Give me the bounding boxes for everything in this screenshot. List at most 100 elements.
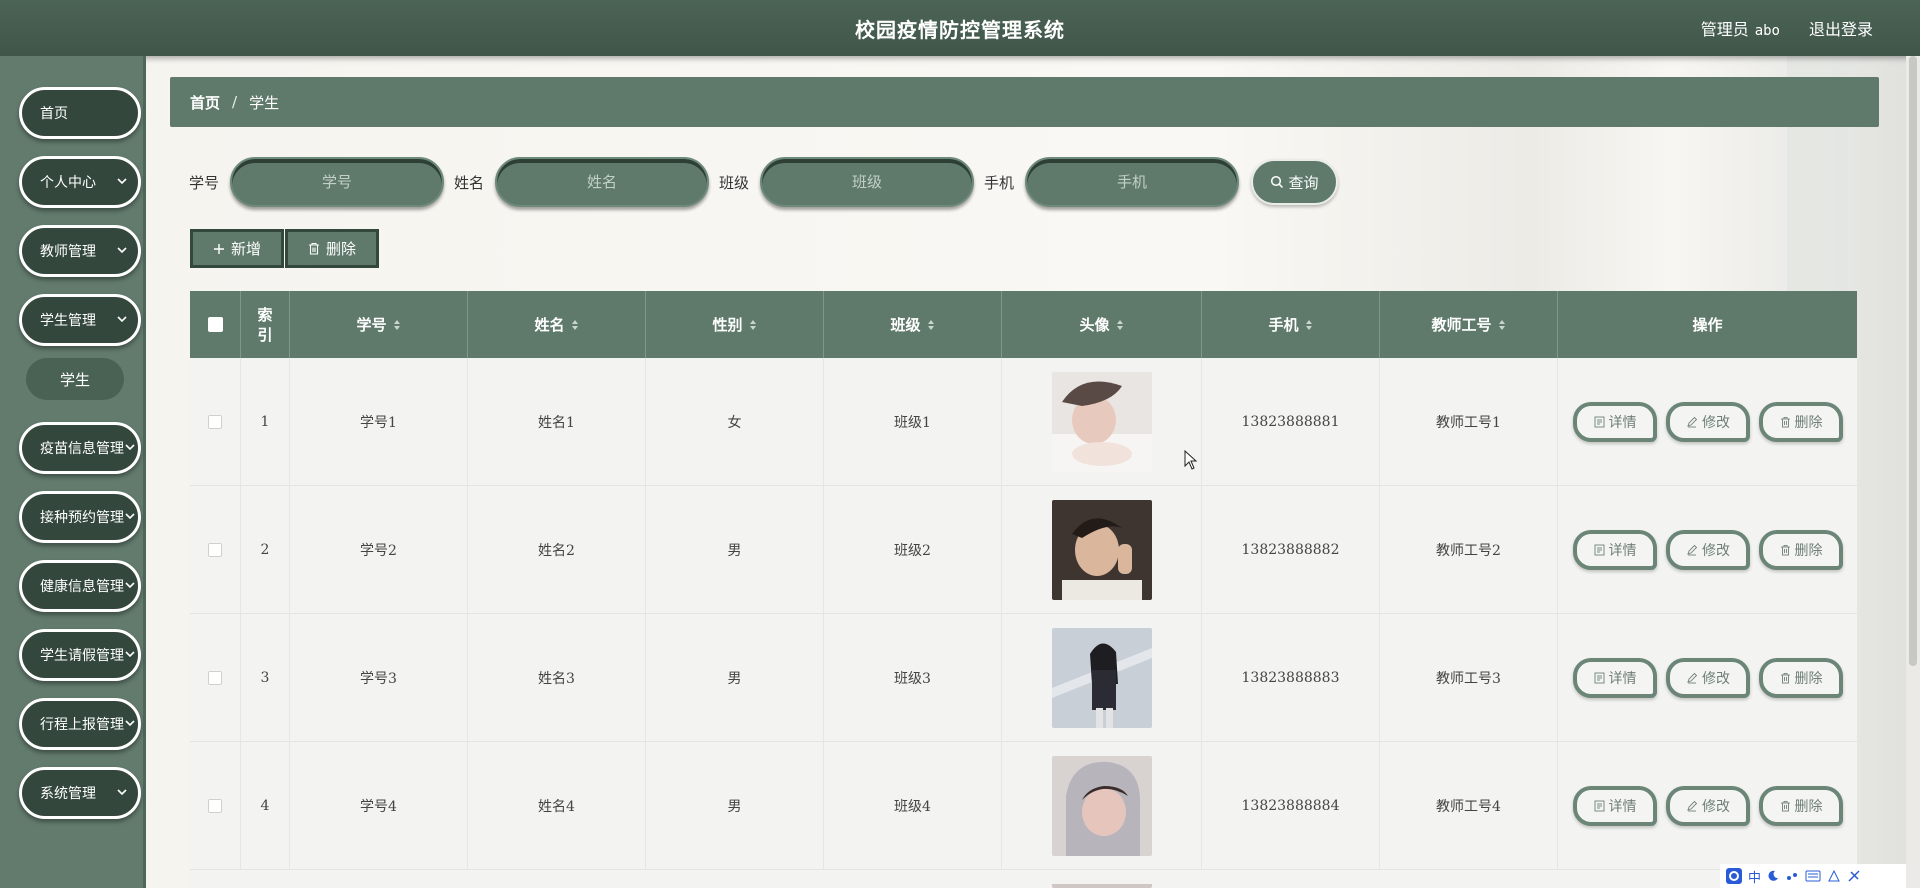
avatar[interactable] [1051,628,1152,728]
detail-button-label: 详情 [1608,799,1637,815]
avatar[interactable] [1051,756,1152,856]
avatar[interactable] [1051,372,1152,472]
sort-icon [571,319,578,330]
cell-avatar [1002,486,1202,614]
app-title: 校园疫情防控管理系统 [855,18,1065,42]
sidebar-item-home[interactable]: 首页 [19,87,141,139]
edit-button[interactable]: 修改 [1666,658,1750,698]
detail-button[interactable]: 详情 [1573,786,1657,826]
sidebar-item-teacher[interactable]: 教师管理 [19,225,141,277]
breadcrumb-home[interactable]: 首页 [190,92,220,113]
select-all-checkbox[interactable] [207,317,223,332]
sidebar-item-appointment[interactable]: 接种预约管理 [19,491,141,543]
row-checkbox[interactable] [208,799,222,813]
edit-button-label: 修改 [1702,671,1730,687]
delete-button[interactable]: 删除 [1759,658,1843,698]
punctuation-icon[interactable] [1785,870,1799,882]
sidebar-item-health[interactable]: 健康信息管理 [19,560,141,612]
header-avatar[interactable]: 头像 [1002,291,1202,358]
edit-button[interactable]: 修改 [1666,402,1750,442]
header-gender[interactable]: 性别 [646,291,824,358]
header-label: 班级 [890,316,921,334]
table-row: 1 学号1 姓名1 女 班级1 13823888881 教师工号1 详情 修改 … [190,358,1857,486]
phone-input[interactable] [1025,157,1239,207]
cell-student-no: 学号2 [290,486,468,614]
name-input[interactable] [495,157,709,207]
cell-gender: 男 [646,486,824,614]
sidebar-item-label: 系统管理 [40,786,96,802]
settings-icon[interactable] [1847,869,1861,883]
delete-button[interactable]: 删除 [1759,402,1843,442]
edit-button[interactable]: 修改 [1666,786,1750,826]
row-checkbox[interactable] [208,543,222,557]
header-label: 性别 [712,316,743,334]
detail-button[interactable]: 详情 [1573,402,1657,442]
top-header: 校园疫情防控管理系统 管理员 abo 退出登录 [0,0,1920,56]
query-button[interactable]: 查询 [1251,159,1338,205]
avatar[interactable] [1052,880,1152,888]
cell-class: 班级4 [824,742,1002,870]
cell-class: 班级1 [824,358,1002,486]
sidebar-item-leave[interactable]: 学生请假管理 [19,629,141,681]
cell-class: 班级3 [824,614,1002,742]
breadcrumb-separator: / [232,93,238,111]
sidebar-item-system[interactable]: 系统管理 [19,767,141,819]
cell-avatar [1002,614,1202,742]
student-no-input[interactable] [230,157,444,207]
cell-actions: 详情 修改 删除 [1558,742,1857,870]
trash-icon [308,242,319,255]
header-teacher-no[interactable]: 教师工号 [1380,291,1558,358]
ime-language-toggle[interactable]: 中 [1748,867,1761,886]
header-label: 学号 [356,316,387,334]
scrollbar-thumb[interactable] [1909,56,1917,666]
sidebar-subitem-student[interactable]: 学生 [26,358,124,400]
header-name[interactable]: 姓名 [468,291,646,358]
row-select-cell [190,486,241,614]
edit-icon [1687,416,1698,428]
batch-delete-button[interactable]: 删除 [285,229,379,268]
table-row: 2 学号2 姓名2 男 班级2 13823888882 教师工号2 详情 修改 … [190,486,1857,614]
sort-icon [927,319,934,330]
header-label: 头像 [1079,316,1110,334]
ime-toolbar: 中 [1720,864,1906,888]
page-scrollbar[interactable] [1906,56,1920,888]
header-student-no[interactable]: 学号 [290,291,468,358]
chevron-down-icon [125,720,135,727]
row-checkbox[interactable] [208,671,222,685]
detail-button[interactable]: 详情 [1573,658,1657,698]
detail-button[interactable]: 详情 [1573,530,1657,570]
sidebar-item-student[interactable]: 学生管理 [19,294,141,346]
sidebar-item-travel[interactable]: 行程上报管理 [19,698,141,750]
detail-button-label: 详情 [1608,671,1637,687]
chevron-down-icon [117,789,127,796]
delete-button[interactable]: 删除 [1759,530,1843,570]
sidebar-item-personal-center[interactable]: 个人中心 [19,156,141,208]
cell-actions: 详情 修改 删除 [1558,486,1857,614]
header-select-all[interactable] [190,291,241,358]
delete-button[interactable]: 删除 [1759,786,1843,826]
sidebar-item-vaccine[interactable]: 疫苗信息管理 [19,422,141,474]
toolbox-icon[interactable] [1827,869,1841,883]
cell-student-no: 学号3 [290,614,468,742]
search-label-class: 班级 [719,174,750,192]
avatar[interactable] [1051,500,1152,600]
search-icon [1271,175,1284,189]
breadcrumb: 首页 / 学生 [170,77,1879,127]
edit-button-label: 修改 [1702,415,1730,431]
moon-icon[interactable] [1767,870,1779,882]
cell-gender: 男 [646,742,824,870]
keyboard-icon[interactable] [1805,870,1821,882]
cell-phone: 13823888884 [1202,742,1380,870]
document-icon [1594,800,1604,812]
edit-icon [1687,672,1698,684]
add-button[interactable]: 新增 [190,229,284,268]
student-table: 索引 学号 姓名 性别 班级 头像 手机 教师工号 操作 1 学号1 姓名1 女… [190,291,1857,888]
chevron-down-icon [117,247,127,254]
row-checkbox[interactable] [208,415,222,429]
header-class[interactable]: 班级 [824,291,1002,358]
trash-icon [1780,545,1790,556]
edit-button[interactable]: 修改 [1666,530,1750,570]
class-input[interactable] [760,157,974,207]
header-phone[interactable]: 手机 [1202,291,1380,358]
logout-link[interactable]: 退出登录 [1809,16,1873,40]
